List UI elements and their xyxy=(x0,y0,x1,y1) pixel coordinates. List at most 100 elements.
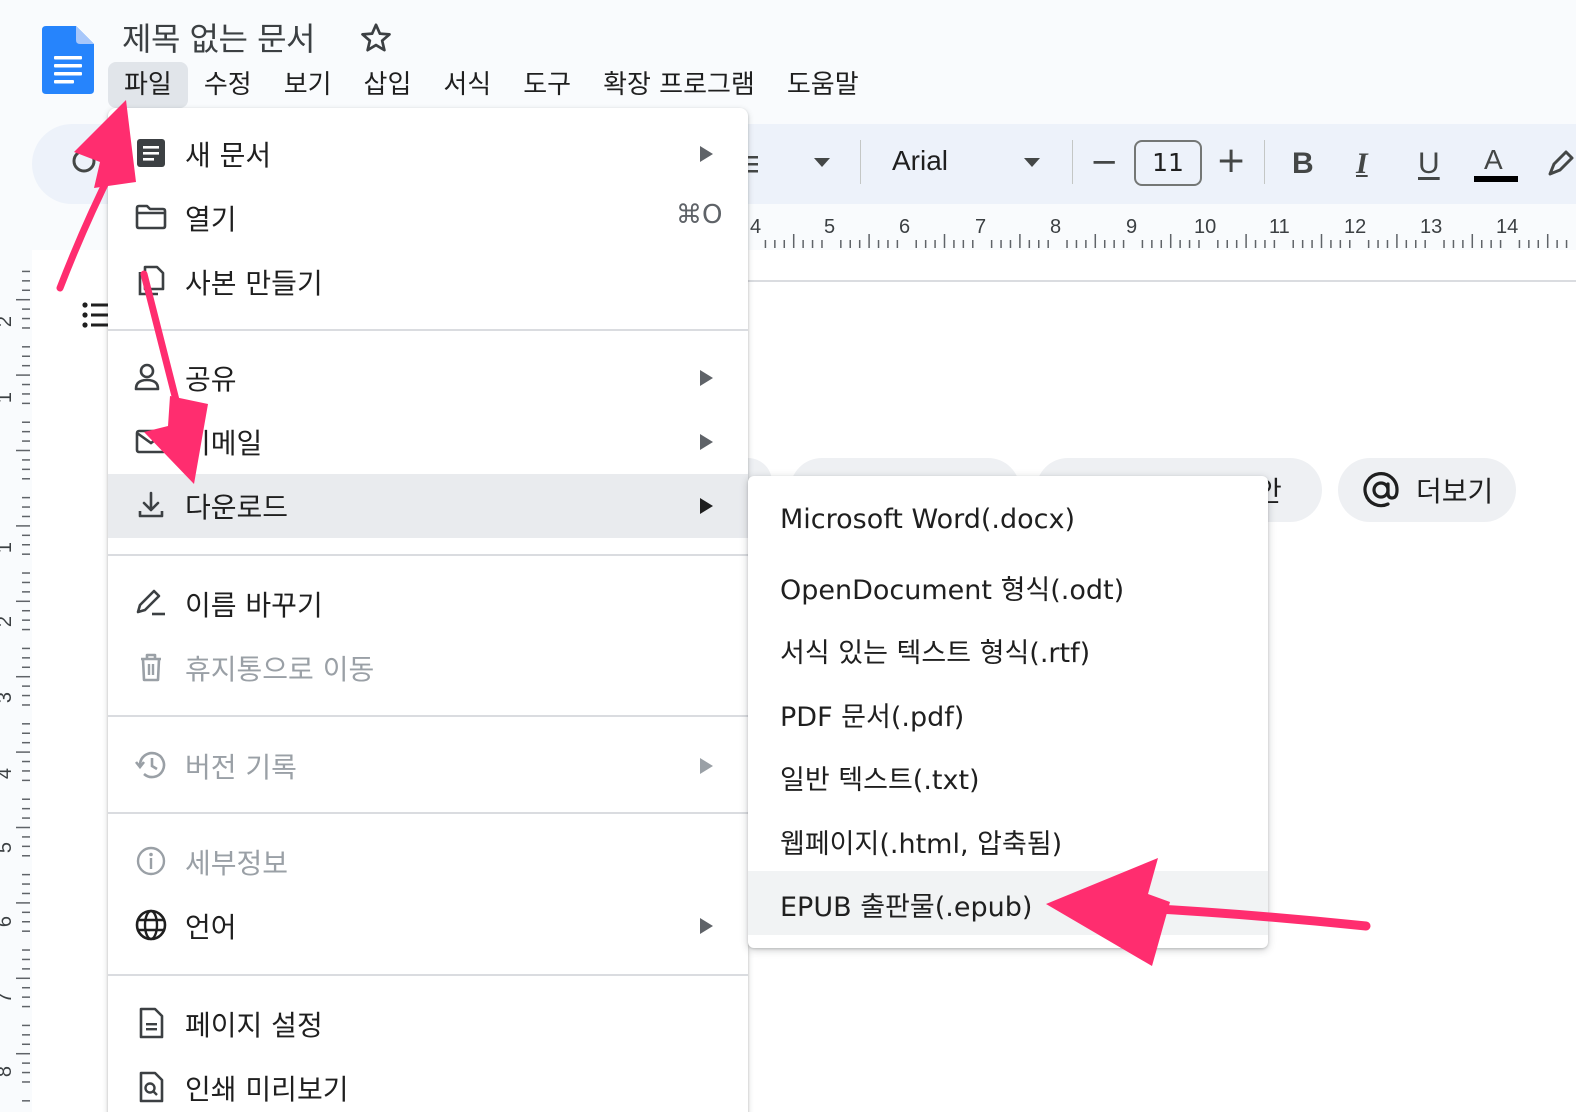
decrease-font-size-button[interactable]: − xyxy=(1090,140,1119,184)
file-menu-language[interactable]: 언어 xyxy=(108,894,748,958)
toolbar-divider xyxy=(1264,140,1265,184)
download-epub[interactable]: EPUB 출판물(.epub) xyxy=(748,871,1268,935)
ruler-label: 1 xyxy=(0,542,17,553)
underline-button[interactable]: U xyxy=(1418,142,1440,186)
submenu-arrow-icon xyxy=(700,370,713,386)
menu-tools[interactable]: 도구 xyxy=(507,62,587,108)
menu-format[interactable]: 서식 xyxy=(427,62,507,108)
ruler-label: 2 xyxy=(0,316,17,327)
ruler-label: 10 xyxy=(1194,216,1217,238)
search-menus-icon[interactable] xyxy=(70,146,100,180)
file-menu-page-setup[interactable]: 페이지 설정 xyxy=(108,992,748,1056)
highlight-pen-icon[interactable] xyxy=(1546,148,1576,178)
google-docs-logo-icon[interactable] xyxy=(42,26,94,94)
chevron-down-icon[interactable] xyxy=(814,158,830,167)
ruler-label: 13 xyxy=(1420,216,1443,238)
menu-divider xyxy=(108,812,748,814)
vertical-ruler[interactable]: 2 1 1 2 3 4 5 6 7 8 xyxy=(0,252,32,1112)
submenu-arrow-icon xyxy=(700,758,713,774)
download-docx[interactable]: Microsoft Word(.docx) xyxy=(748,490,1268,554)
file-menu-open[interactable]: 열기 ⌘O xyxy=(108,186,748,250)
download-rtf[interactable]: 서식 있는 텍스트 형식(.rtf) xyxy=(748,617,1268,681)
file-menu-copy[interactable]: 사본 만들기 xyxy=(108,250,748,314)
italic-button[interactable]: I xyxy=(1356,142,1368,186)
ruler-label: 5 xyxy=(824,216,836,238)
ruler-label: 14 xyxy=(1496,216,1519,238)
download-txt[interactable]: 일반 텍스트(.txt) xyxy=(748,744,1268,808)
ruler-label: 2 xyxy=(0,616,17,627)
file-menu-label: 열기 xyxy=(185,203,237,236)
more-chip-label: 더보기 xyxy=(1416,475,1494,508)
document-outline-icon[interactable] xyxy=(82,300,110,330)
font-size-input[interactable]: 11 xyxy=(1134,140,1202,186)
file-menu-label: 다운로드 xyxy=(185,491,289,524)
ruler-label: 1 xyxy=(0,392,17,403)
toolbar-divider xyxy=(1072,140,1073,184)
ruler-label: 4 xyxy=(0,768,17,779)
ruler-label: 5 xyxy=(0,842,17,853)
download-option-label: Microsoft Word(.docx) xyxy=(780,504,1075,535)
page-setup-icon xyxy=(139,1007,164,1039)
file-menu-label: 언어 xyxy=(185,911,237,944)
horizontal-ruler[interactable]: 4 5 6 7 8 9 10 11 12 13 14 xyxy=(748,212,1576,250)
ruler-label: 7 xyxy=(975,216,987,238)
rename-icon xyxy=(136,589,165,616)
download-option-label: EPUB 출판물(.epub) xyxy=(780,892,1033,923)
menu-edit[interactable]: 수정 xyxy=(188,62,268,108)
file-menu-rename[interactable]: 이름 바꾸기 xyxy=(108,572,748,636)
download-pdf[interactable]: PDF 문서(.pdf) xyxy=(748,681,1268,745)
menu-divider xyxy=(108,554,748,556)
download-odt[interactable]: OpenDocument 형식(.odt) xyxy=(748,554,1268,618)
print-preview-icon xyxy=(139,1071,164,1103)
file-menu-print-preview[interactable]: 인쇄 미리보기 xyxy=(108,1056,748,1112)
file-menu-label: 이름 바꾸기 xyxy=(185,589,323,622)
menu-file[interactable]: 파일 xyxy=(108,62,188,108)
file-menu-label: 휴지통으로 이동 xyxy=(185,653,375,686)
page-border xyxy=(748,280,1576,282)
at-sign-icon xyxy=(1363,472,1399,508)
chevron-down-icon[interactable] xyxy=(1024,158,1040,167)
ruler-label: 9 xyxy=(1126,216,1138,238)
download-html[interactable]: 웹페이지(.html, 압축됨) xyxy=(748,808,1268,872)
download-option-label: OpenDocument 형식(.odt) xyxy=(780,575,1125,606)
ruler-label: 8 xyxy=(1050,216,1062,238)
menu-divider xyxy=(108,974,748,976)
file-menu-details[interactable]: 세부정보 xyxy=(108,830,748,894)
globe-icon xyxy=(135,909,167,941)
file-menu-label: 세부정보 xyxy=(185,847,289,880)
download-icon xyxy=(138,491,164,518)
history-icon xyxy=(134,751,166,779)
bold-button[interactable]: B xyxy=(1292,142,1314,186)
menu-extensions[interactable]: 확장 프로그램 xyxy=(587,62,771,108)
font-family-select[interactable]: Arial xyxy=(892,145,948,177)
person-add-icon xyxy=(134,363,160,391)
star-icon[interactable] xyxy=(358,20,394,56)
file-menu-download[interactable]: 다운로드 xyxy=(108,474,748,538)
increase-font-size-button[interactable]: + xyxy=(1216,138,1246,184)
menu-divider xyxy=(108,715,748,717)
file-menu: 새 문서 열기 ⌘O 사본 만들기 공유 이메일 다운로드 이름 바꾸기 휴지통… xyxy=(108,108,748,1112)
doc-title[interactable]: 제목 없는 문서 xyxy=(122,14,315,60)
line-spacing-icon[interactable] xyxy=(746,150,760,178)
file-menu-label: 사본 만들기 xyxy=(185,267,323,300)
file-menu-email[interactable]: 이메일 xyxy=(108,410,748,474)
menu-insert[interactable]: 삽입 xyxy=(348,62,428,108)
submenu-arrow-icon xyxy=(700,434,713,450)
ruler-label: 7 xyxy=(0,992,17,1003)
ruler-label: 11 xyxy=(1269,216,1290,238)
menu-view[interactable]: 보기 xyxy=(268,62,348,108)
submenu-arrow-icon xyxy=(700,918,713,934)
ruler-label: 6 xyxy=(899,216,911,238)
info-icon xyxy=(136,846,166,876)
file-menu-new[interactable]: 새 문서 xyxy=(108,122,748,186)
file-menu-trash[interactable]: 휴지통으로 이동 xyxy=(108,636,748,700)
file-menu-share[interactable]: 공유 xyxy=(108,346,748,410)
ruler-label: 6 xyxy=(0,916,17,927)
ruler-ticks xyxy=(16,270,30,1102)
trash-icon xyxy=(141,653,161,682)
menu-help[interactable]: 도움말 xyxy=(771,62,875,108)
ruler-label: 3 xyxy=(0,692,17,703)
file-menu-version-history[interactable]: 버전 기록 xyxy=(108,734,748,798)
download-option-label: 서식 있는 텍스트 형식(.rtf) xyxy=(780,638,1091,669)
doc-icon xyxy=(137,139,165,167)
